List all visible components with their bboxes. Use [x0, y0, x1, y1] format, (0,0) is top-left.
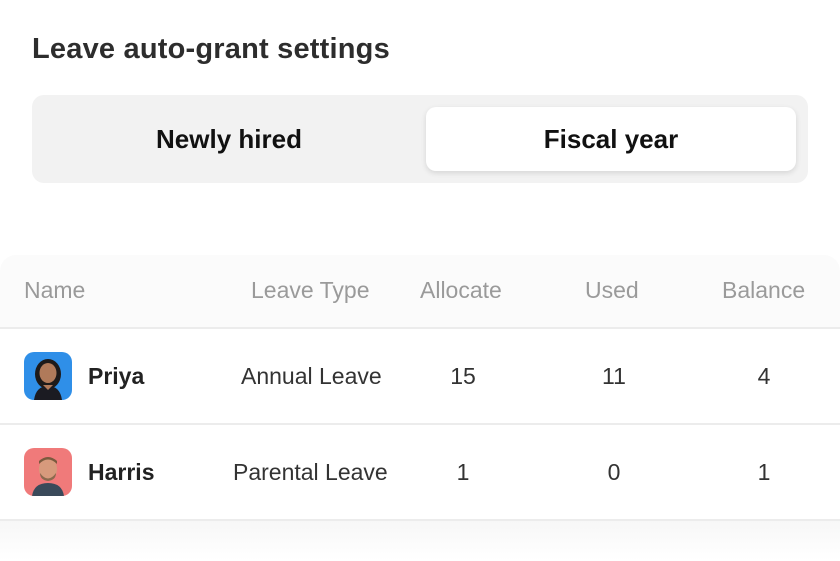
table-row-partial — [0, 521, 840, 561]
table-row[interactable]: Priya Annual Leave 15 11 4 — [0, 329, 840, 425]
avatar — [24, 448, 72, 496]
header-leave-type: Leave Type — [251, 277, 370, 303]
balance-value: 1 — [757, 459, 771, 485]
leave-table: Name Leave Type Allocate Used Balance Pr… — [0, 255, 840, 561]
allocate-value: 15 — [450, 363, 476, 389]
used-value: 11 — [602, 363, 626, 389]
page-title: Leave auto-grant settings — [32, 33, 390, 65]
header-allocate: Allocate — [420, 277, 502, 303]
employee-name: Priya — [88, 363, 145, 389]
person-avatar-icon — [24, 448, 72, 496]
balance-value: 4 — [757, 363, 771, 389]
tab-fiscal-year[interactable]: Fiscal year — [426, 107, 796, 171]
leave-type: Annual Leave — [241, 363, 382, 389]
tab-newly-hired[interactable]: Newly hired — [44, 107, 414, 171]
person-avatar-icon — [24, 352, 72, 400]
leave-type: Parental Leave — [233, 459, 388, 485]
allocate-value: 1 — [456, 459, 470, 485]
table-header: Name Leave Type Allocate Used Balance — [0, 255, 840, 329]
used-value: 0 — [607, 459, 621, 485]
segmented-control: Newly hired Fiscal year — [32, 95, 808, 183]
header-name: Name — [24, 277, 86, 303]
table-row[interactable]: Harris Parental Leave 1 0 1 — [0, 425, 840, 521]
header-used: Used — [585, 277, 639, 303]
avatar — [24, 352, 72, 400]
header-balance: Balance — [722, 277, 806, 303]
employee-name: Harris — [88, 459, 155, 485]
